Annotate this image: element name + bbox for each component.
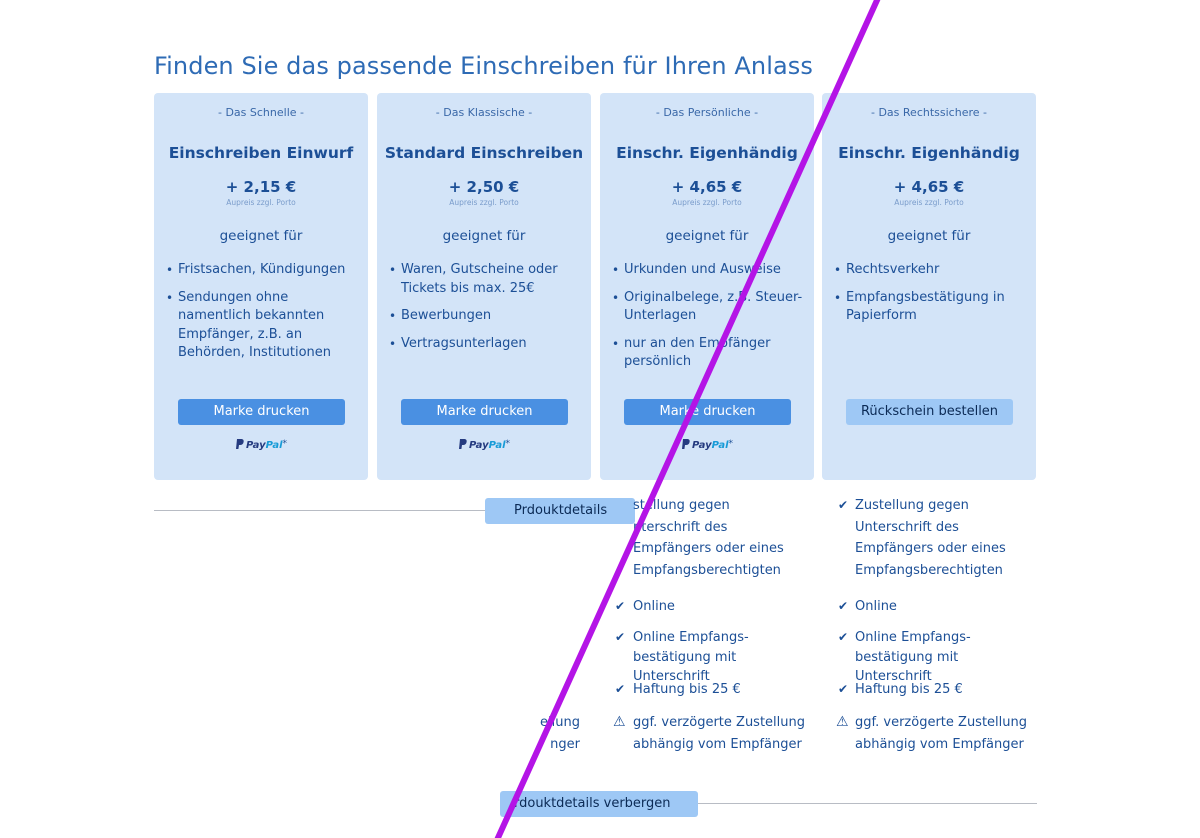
- diagonal-overlay-line: [494, 0, 881, 838]
